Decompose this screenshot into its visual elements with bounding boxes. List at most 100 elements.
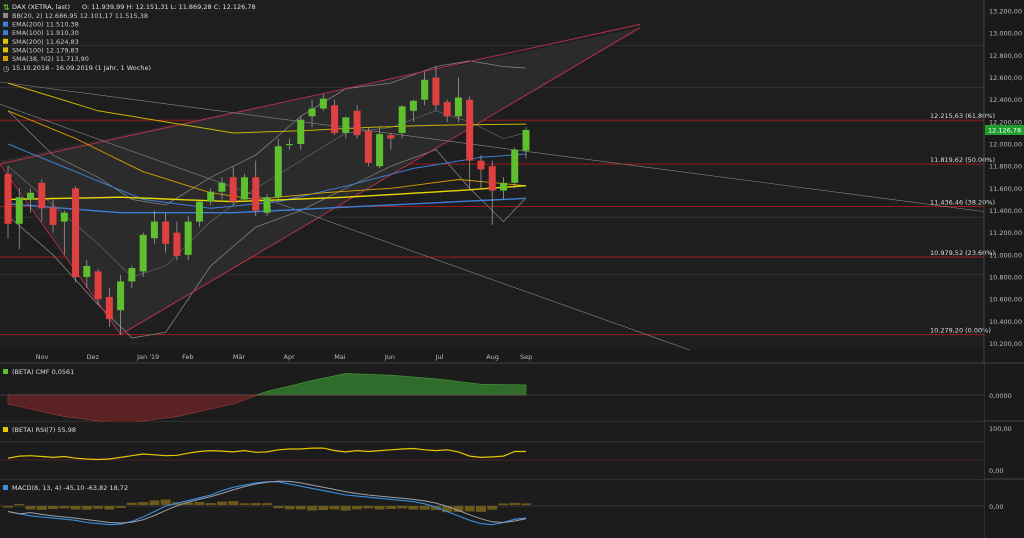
y-tick-label: 11.600,00 bbox=[989, 185, 1022, 193]
macd-histogram-bar bbox=[352, 506, 363, 510]
macd-histogram-bar bbox=[3, 506, 13, 508]
candle-body bbox=[477, 160, 485, 170]
instrument-title: DAX (XETRA, last) bbox=[12, 3, 70, 11]
macd-label: MACD(8, 13, 4) -45,10 -63,82 18,72 bbox=[12, 484, 128, 492]
candle-body bbox=[308, 108, 316, 117]
fib-level-label: 10.279,20 (0.00%) bbox=[930, 327, 991, 335]
macd-histogram-bar bbox=[104, 506, 115, 510]
candle-body bbox=[488, 166, 496, 191]
candle-body bbox=[376, 134, 384, 167]
x-tick-label: Dez bbox=[86, 353, 99, 361]
candle-body bbox=[297, 119, 305, 145]
candle-body bbox=[387, 135, 395, 139]
y-tick-label: 10.800,00 bbox=[989, 273, 1022, 281]
candle-body bbox=[49, 207, 57, 225]
macd-histogram-bar bbox=[397, 506, 408, 509]
ohlc-values: O: 11.939,99 H: 12.151,31 L: 11.869,28 C… bbox=[82, 3, 256, 11]
candle-body bbox=[139, 234, 147, 272]
macd-histogram-bar bbox=[464, 506, 475, 512]
macd-histogram-bar bbox=[59, 506, 70, 509]
x-tick-label: Mai bbox=[334, 353, 346, 361]
y-tick-label: 11.400,00 bbox=[989, 207, 1022, 215]
legend-swatch bbox=[3, 30, 8, 36]
last-price-value: 12.126,78 bbox=[988, 126, 1021, 134]
candle-body bbox=[398, 106, 406, 133]
macd-histogram-bar bbox=[408, 506, 419, 510]
macd-histogram-bar bbox=[284, 506, 295, 510]
y-tick-label: 10.200,00 bbox=[989, 340, 1022, 348]
y-tick-label: 11.200,00 bbox=[989, 229, 1022, 237]
macd-histogram-bar bbox=[262, 503, 272, 505]
macd-histogram-bar bbox=[363, 506, 374, 509]
cmf-axis-label: 0,0000 bbox=[989, 392, 1012, 400]
macd-histogram-bar bbox=[194, 501, 205, 505]
rsi-label: (BETA) RSI(7) 55,98 bbox=[12, 426, 76, 434]
legend-entry: SMA(200) 11.624,83 bbox=[12, 38, 79, 46]
candle-body bbox=[60, 212, 68, 222]
candle-body bbox=[252, 177, 260, 211]
candle-body bbox=[94, 271, 102, 300]
legend-swatch bbox=[3, 47, 8, 53]
y-tick-label: 13.000,00 bbox=[989, 30, 1022, 38]
candle-body bbox=[117, 281, 125, 311]
last-price-tag: 12.126,78 bbox=[985, 124, 1024, 135]
macd-histogram-bar bbox=[160, 499, 171, 505]
date-range: ◷ 15.10.2018 - 16.09.2019 (1 Jahr, 1 Woc… bbox=[3, 64, 151, 73]
legend-swatch bbox=[3, 38, 8, 44]
legend-entry: SMA(100) 12.179,83 bbox=[12, 46, 79, 54]
candle-body bbox=[195, 201, 203, 222]
candle-body bbox=[342, 117, 350, 133]
candle-body bbox=[150, 221, 158, 239]
y-tick-label: 13.200,00 bbox=[989, 8, 1022, 16]
fib-level-label: 12.215,63 (61.80%) bbox=[930, 112, 995, 120]
legend-entry: EMA(100) 11.910,30 bbox=[12, 29, 79, 37]
candle-body bbox=[27, 192, 35, 200]
date-range-text: 15.10.2018 - 16.09.2019 (1 Jahr, 1 Woche… bbox=[12, 64, 151, 72]
macd-histogram-bar bbox=[307, 506, 318, 511]
legend-entry: SMA(38, hl2) 11.713,90 bbox=[12, 55, 89, 63]
fib-level-label: 10.979,52 (23.60%) bbox=[930, 249, 995, 257]
cmf-panel: (BETA) CMF 0,0561 0,0000 bbox=[0, 364, 1012, 425]
y-tick-label: 11.000,00 bbox=[989, 251, 1022, 259]
legend-swatch bbox=[3, 56, 8, 61]
candle-body bbox=[207, 191, 215, 202]
y-tick-label: 12.800,00 bbox=[989, 52, 1022, 60]
legend-swatch bbox=[3, 13, 8, 18]
candle-body bbox=[72, 188, 80, 277]
macd-histogram-bar bbox=[475, 506, 486, 512]
logo-icon: ⇅ bbox=[3, 3, 10, 12]
macd-histogram-bar bbox=[138, 502, 149, 505]
macd-histogram-bar bbox=[329, 506, 340, 510]
macd-histogram-bar bbox=[374, 506, 385, 510]
x-tick-label: Jun bbox=[384, 353, 395, 361]
candle-body bbox=[105, 296, 113, 320]
candle-body bbox=[218, 182, 226, 192]
candle-body bbox=[15, 197, 23, 224]
candle-body bbox=[274, 146, 282, 198]
candle-body bbox=[173, 232, 181, 256]
stock-chart: 12.215,63 (61.80%) 11.819,62 (50.00%) 11.4… bbox=[0, 0, 1024, 538]
candle-body bbox=[331, 105, 339, 133]
candle-body bbox=[511, 149, 519, 183]
x-tick-label: Apr bbox=[284, 353, 296, 361]
clock-icon: ◷ bbox=[3, 65, 10, 73]
macd-histogram-bar bbox=[70, 506, 81, 510]
macd-histogram-bar bbox=[48, 506, 59, 509]
candle-body bbox=[128, 268, 136, 282]
macd-histogram-bar bbox=[273, 506, 284, 509]
y-tick-label: 10.400,00 bbox=[989, 318, 1022, 326]
candle-body bbox=[319, 98, 327, 109]
x-tick-label: Sep bbox=[520, 353, 532, 361]
x-tick-label: Jul bbox=[435, 353, 444, 361]
candle-body bbox=[38, 182, 46, 209]
macd-histogram-bar bbox=[385, 506, 396, 509]
candle-body bbox=[499, 182, 507, 191]
candle-body bbox=[432, 77, 440, 106]
macd-histogram-bar bbox=[239, 503, 250, 505]
macd-histogram-bar bbox=[149, 500, 160, 505]
candle-body bbox=[353, 110, 361, 136]
fib-level-label: 11.436,46 (38.20%) bbox=[930, 198, 995, 206]
fib-level-label: 11.819,62 (50.00%) bbox=[930, 156, 995, 164]
macd-axis-label: 0,00 bbox=[989, 503, 1003, 511]
x-tick-label: Aug bbox=[486, 353, 499, 361]
